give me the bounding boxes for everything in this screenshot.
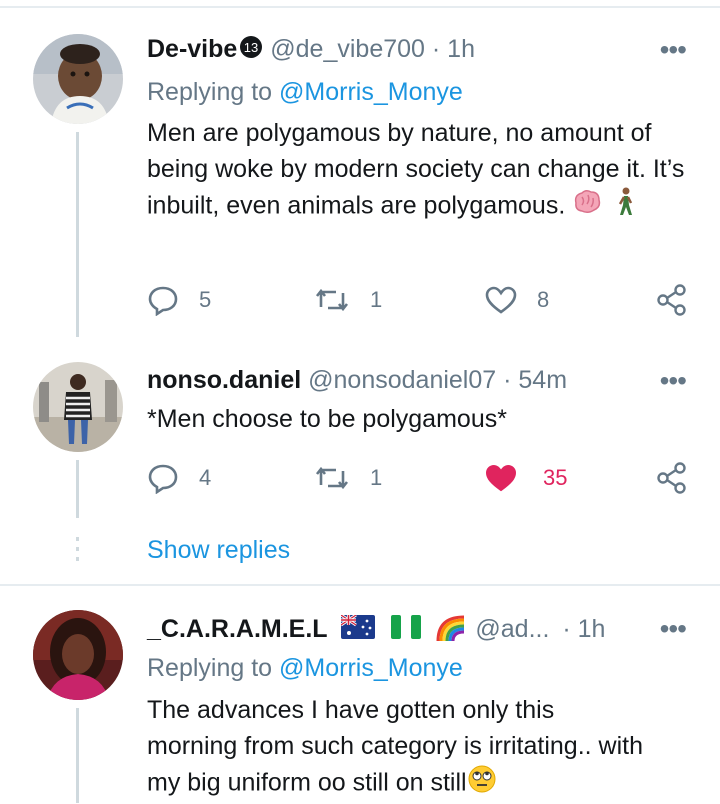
heart-icon [485, 285, 517, 315]
handle[interactable]: @de_vibe700 [270, 35, 425, 63]
more-options-icon[interactable]: ••• [660, 615, 687, 643]
display-name[interactable]: De-vibe [147, 35, 237, 63]
brain-emoji [572, 189, 602, 225]
rainbow-emoji [434, 613, 468, 648]
retweet-button[interactable]: 1 [314, 282, 382, 318]
mention-link[interactable]: @Morris_Monye [279, 654, 463, 682]
separator: · [503, 366, 512, 394]
share-button[interactable] [656, 460, 688, 496]
tweet-text-content: The advances I have gotten only this mor… [147, 696, 644, 797]
reply-icon [147, 462, 179, 494]
timestamp[interactable]: 54m [518, 366, 567, 394]
more-options-icon[interactable]: ••• [660, 36, 687, 64]
tweet-header: De-vibe 13 @de_vibe700 · 1h [147, 34, 475, 66]
reply-icon [147, 284, 179, 316]
tweet-caramel[interactable]: _C.A.R.A.M.E.L @ad... · 1h ••• Replying … [0, 586, 720, 803]
tweet-text: The advances I have gotten only this mor… [147, 692, 647, 804]
timestamp[interactable]: 1h [447, 35, 475, 63]
replying-to: Replying to @Morris_Monye [147, 78, 463, 107]
display-name[interactable]: nonso.daniel [147, 366, 301, 394]
tweet-text-content: *Men choose to be polygamous* [147, 405, 507, 433]
reply-count: 4 [199, 465, 212, 490]
retweet-count: 1 [370, 465, 383, 490]
avatar[interactable] [33, 610, 123, 700]
avatar[interactable] [33, 34, 123, 124]
share-button[interactable] [656, 282, 688, 318]
retweet-button[interactable]: 1 [314, 460, 382, 496]
handle[interactable]: @ad... [475, 615, 549, 643]
walking-man-emoji [615, 187, 635, 227]
tweet-actions: 5 1 8 [147, 282, 692, 318]
thread-line [76, 460, 79, 518]
tweet-text: *Men choose to be polygamous* [147, 401, 687, 437]
replying-to-label: Replying to [147, 654, 273, 682]
show-replies-link[interactable]: Show replies [147, 536, 290, 565]
separator: · [562, 615, 571, 644]
heart-filled-icon [485, 463, 517, 493]
tweet-text-content: Men are polygamous by nature, no amount … [147, 119, 685, 220]
tweet-header: _C.A.R.A.M.E.L @ad... · 1h [147, 613, 605, 648]
number-13-badge-icon: 13 [239, 35, 263, 66]
mention-link[interactable]: @Morris_Monye [279, 78, 463, 106]
reply-button[interactable]: 4 [147, 460, 211, 496]
thread-continuation-dots [76, 537, 79, 567]
tweet-text: Men are polygamous by nature, no amount … [147, 115, 687, 227]
eye-roll-emoji [467, 764, 497, 804]
share-icon [656, 462, 688, 494]
tweet-nonso-daniel[interactable]: nonso.daniel @nonsodaniel07 · 54m ••• *M… [0, 340, 720, 520]
separator: · [431, 35, 441, 63]
like-count: 8 [537, 287, 550, 312]
nigeria-flag-icon [391, 615, 422, 646]
tweet-de-vibe[interactable]: De-vibe 13 @de_vibe700 · 1h ••• Replying … [0, 0, 720, 340]
like-button[interactable]: 35 [485, 460, 567, 496]
australia-flag-icon [339, 613, 375, 646]
display-name[interactable]: _C.A.R.A.M.E.L [147, 615, 328, 643]
like-count: 35 [543, 465, 568, 490]
avatar[interactable] [33, 362, 123, 452]
badge-number: 13 [244, 40, 258, 55]
tweet-header: nonso.daniel @nonsodaniel07 · 54m [147, 365, 567, 395]
thread-line [76, 132, 79, 337]
timestamp[interactable]: 1h [578, 615, 606, 643]
tweet-actions: 4 1 35 [147, 460, 692, 496]
retweet-icon [314, 285, 350, 315]
reply-button[interactable]: 5 [147, 282, 211, 318]
replying-to-label: Replying to [147, 78, 273, 106]
more-options-icon[interactable]: ••• [660, 367, 687, 395]
retweet-count: 1 [370, 287, 383, 312]
reply-count: 5 [199, 287, 212, 312]
handle[interactable]: @nonsodaniel07 [308, 366, 496, 394]
replying-to: Replying to @Morris_Monye [147, 654, 463, 683]
like-button[interactable]: 8 [485, 282, 549, 318]
share-icon [656, 284, 688, 316]
retweet-icon [314, 463, 350, 493]
thread-line [76, 708, 79, 803]
